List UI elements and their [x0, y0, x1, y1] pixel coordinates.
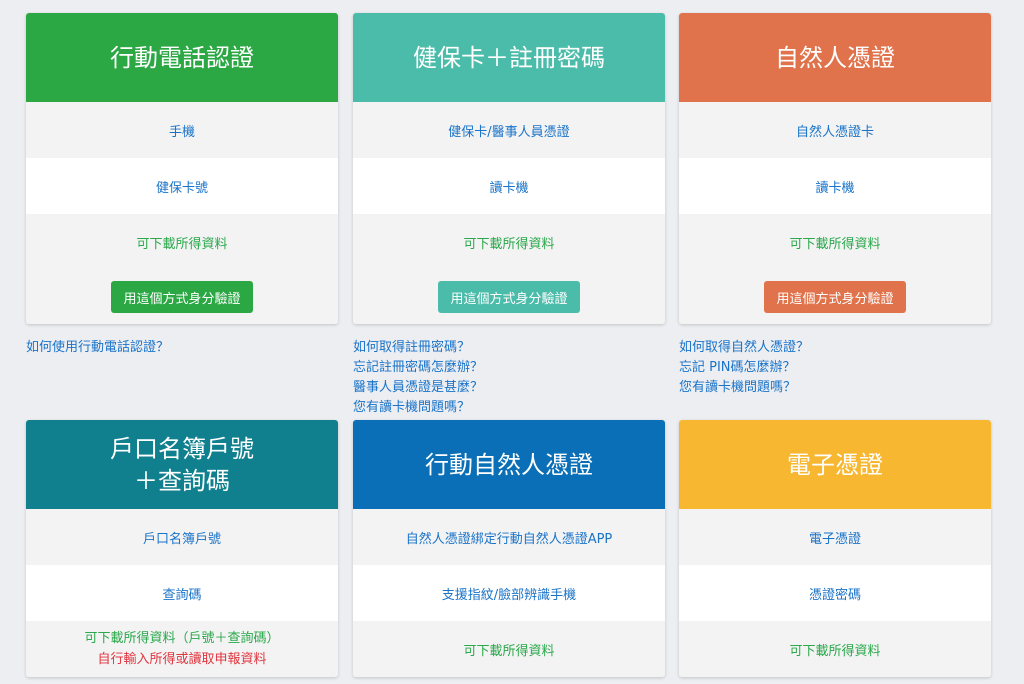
card-row-download: 可下載所得資料 — [353, 214, 665, 270]
card-title: 行動電話認證 — [26, 13, 338, 102]
help-link[interactable]: 如何取得自然人憑證？ — [679, 338, 991, 358]
card-row-download: 可下載所得資料 — [353, 621, 665, 677]
card-action-row: 用這個方式身分驗證 — [679, 270, 991, 324]
card-row-requirement: 戶口名簿戶號 — [26, 509, 338, 565]
card-health-card: 健保卡＋註冊密碼 健保卡/醫事人員憑證 讀卡機 可下載所得資料 用這個方式身分驗… — [353, 13, 665, 324]
verify-citizen-certificate-button[interactable]: 用這個方式身分驗證 — [764, 281, 906, 313]
card-row-requirement: 讀卡機 — [489, 180, 529, 196]
help-link[interactable]: 您有讀卡機問題嗎？ — [679, 378, 991, 398]
card-mobile-phone: 行動電話認證 手機 健保卡號 可下載所得資料 用這個方式身分驗證 — [26, 13, 338, 324]
help-link[interactable]: 醫事人員憑證是甚麼？ — [353, 378, 665, 398]
help-link[interactable]: 如何取得註冊密碼？ — [353, 338, 665, 358]
card-mobile-citizen-certificate: 行動自然人憑證 自然人憑證綁定行動自然人憑證APP 支援指紋/臉部辨識手機 可下… — [353, 420, 665, 677]
card-row-requirement: 健保卡號 — [155, 180, 208, 196]
card-title-line: 戶口名簿戶號 — [110, 434, 254, 463]
verify-health-card-button[interactable]: 用這個方式身分驗證 — [438, 281, 580, 313]
help-link[interactable]: 如何使用行動電話認證？ — [26, 338, 338, 358]
card-title: 戶口名簿戶號 ＋查詢碼 — [26, 420, 338, 509]
download-note: 可下載所得資料（戶號＋查詢碼） — [84, 631, 280, 646]
help-link[interactable]: 忘記註冊密碼怎麼辦？ — [353, 358, 665, 378]
card-row-requirement: 電子憑證 — [679, 509, 991, 565]
card-row-requirement: 自然人憑證卡 — [679, 102, 991, 158]
card-row-requirement: 健保卡/醫事人員憑證 — [353, 102, 665, 158]
card-title: 健保卡＋註冊密碼 — [353, 13, 665, 102]
card-citizen-certificate: 自然人憑證 自然人憑證卡 讀卡機 可下載所得資料 用這個方式身分驗證 — [679, 13, 991, 324]
help-link[interactable]: 您有讀卡機問題嗎？ — [353, 398, 665, 418]
card-title: 自然人憑證 — [679, 13, 991, 102]
card-row-download: 可下載所得資料 — [679, 621, 991, 677]
card-household-register: 戶口名簿戶號 ＋查詢碼 戶口名簿戶號 查詢碼 可下載所得資料（戶號＋查詢碼） 自… — [26, 420, 338, 677]
card-row-requirement: 查詢碼 — [162, 587, 202, 603]
card-action-row: 用這個方式身分驗證 — [353, 270, 665, 324]
card-title: 行動自然人憑證 — [353, 420, 665, 509]
card-row-download: 可下載所得資料（戶號＋查詢碼） 自行輸入所得或讀取申報資料 — [26, 621, 338, 677]
card-title: 電子憑證 — [679, 420, 991, 509]
card-action-row: 用這個方式身分驗證 — [26, 270, 338, 324]
help-links-citizen-certificate: 如何取得自然人憑證？ 忘記 PIN碼怎麼辦？ 您有讀卡機問題嗎？ — [679, 338, 991, 398]
card-row-download: 可下載所得資料 — [679, 214, 991, 270]
help-links-health-card: 如何取得註冊密碼？ 忘記註冊密碼怎麼辦？ 醫事人員憑證是甚麼？ 您有讀卡機問題嗎… — [353, 338, 665, 418]
card-row-requirement: 讀卡機 — [815, 180, 855, 196]
card-digital-certificate: 電子憑證 電子憑證 憑證密碼 可下載所得資料 — [679, 420, 991, 677]
card-row-requirement: 自然人憑證綁定行動自然人憑證APP — [353, 509, 665, 565]
manual-input-note: 自行輸入所得或讀取申報資料 — [97, 652, 267, 667]
card-row-download: 可下載所得資料 — [26, 214, 338, 270]
verify-mobile-button[interactable]: 用這個方式身分驗證 — [111, 281, 253, 313]
help-link[interactable]: 忘記 PIN碼怎麼辦？ — [679, 358, 991, 378]
help-links-mobile: 如何使用行動電話認證？ — [26, 338, 338, 358]
card-row-requirement: 憑證密碼 — [808, 587, 861, 603]
card-row-requirement: 支援指紋/臉部辨識手機 — [441, 587, 577, 603]
card-title-line: ＋查詢碼 — [134, 466, 230, 495]
card-row-requirement: 手機 — [26, 102, 338, 158]
